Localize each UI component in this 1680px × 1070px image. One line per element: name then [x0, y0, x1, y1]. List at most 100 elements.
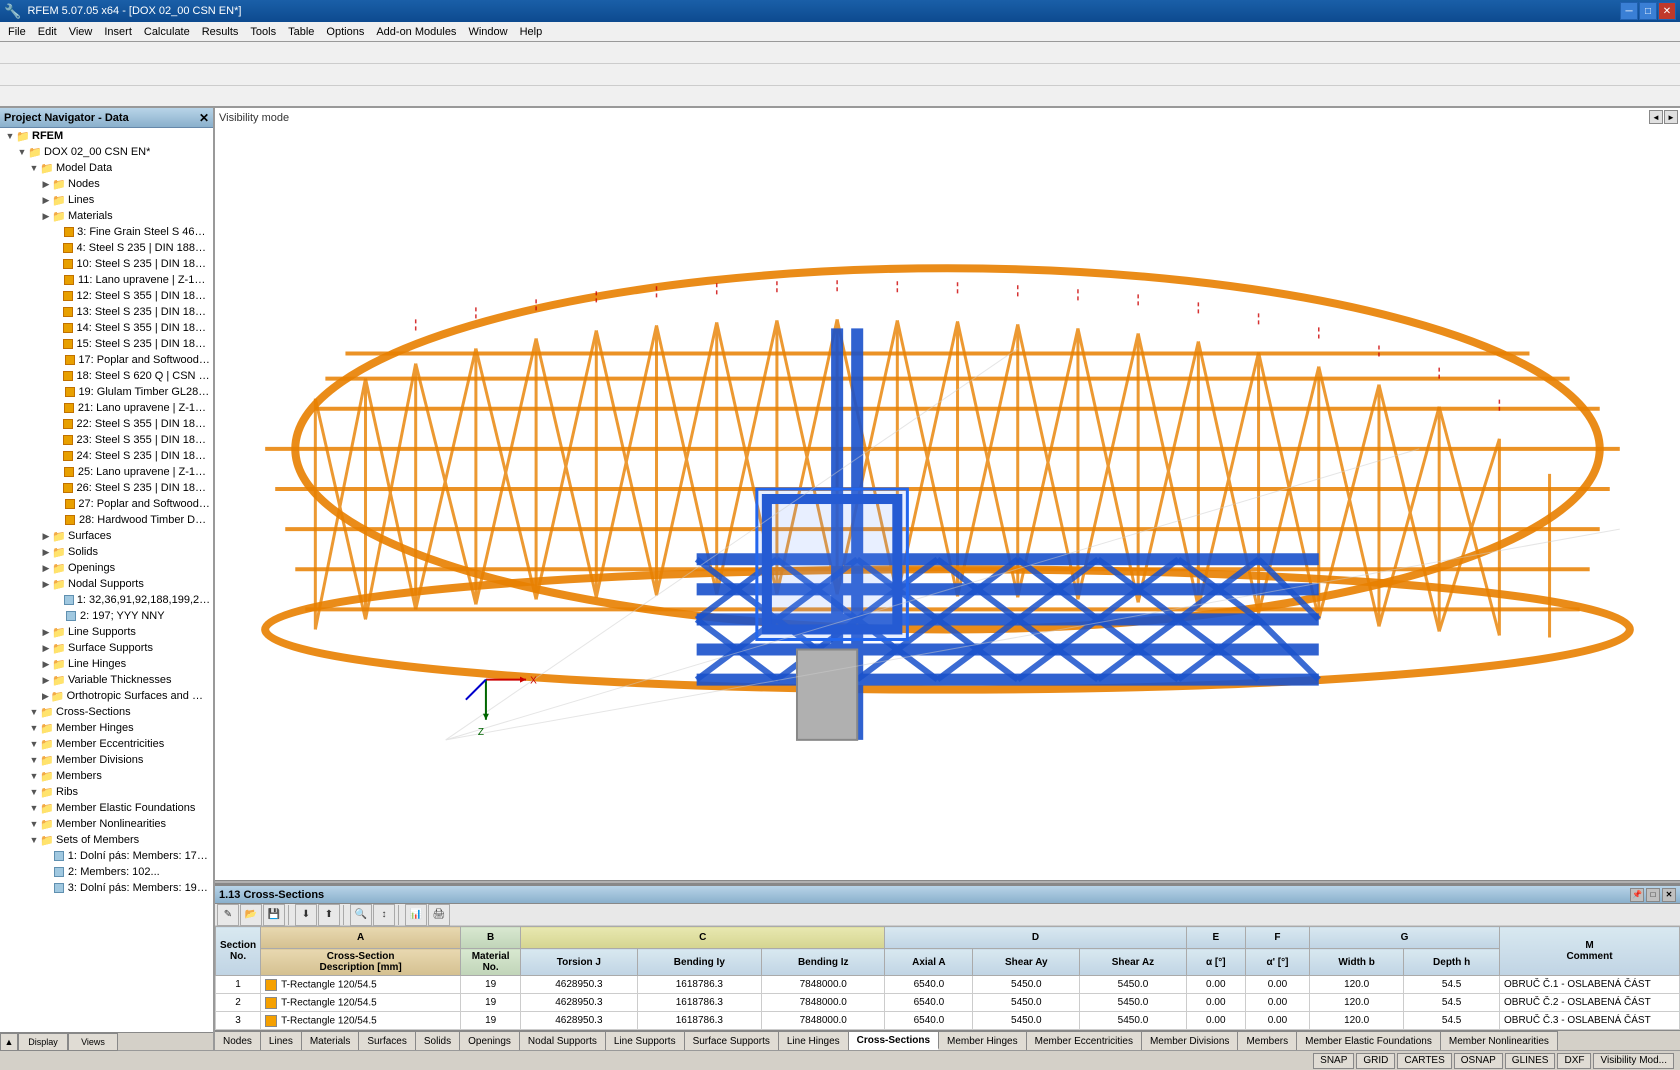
tree-item[interactable]: 2: 197; YYY NNY	[0, 608, 213, 624]
expand-icon[interactable]: ▼	[4, 130, 16, 142]
col-header-F[interactable]: F	[1245, 927, 1309, 949]
tree-container[interactable]: ▼📁RFEM▼📁DOX 02_00 CSN EN*▼📁Model Data▶📁N…	[0, 128, 213, 1032]
tree-item[interactable]: ▶📁Orthotropic Surfaces and Mem...	[0, 688, 213, 704]
cs-graph-btn[interactable]: 📊	[405, 904, 427, 926]
bottom-tab-cross-sections[interactable]: Cross-Sections	[849, 1031, 939, 1050]
cs-filter-btn[interactable]: 🔍	[350, 904, 372, 926]
expand-icon[interactable]: ▼	[28, 706, 40, 718]
tree-item[interactable]: 11: Lano upravene | Z-14.7-...	[0, 272, 213, 288]
menu-item-results[interactable]: Results	[196, 22, 245, 41]
bottom-tab-openings[interactable]: Openings	[460, 1031, 520, 1050]
cs-open-btn[interactable]: 📂	[240, 904, 262, 926]
tree-item[interactable]: 27: Poplar and Softwood Ti...	[0, 496, 213, 512]
menu-item-options[interactable]: Options	[320, 22, 370, 41]
bottom-tab-solids[interactable]: Solids	[416, 1031, 460, 1050]
panel-close-btn[interactable]: ✕	[1662, 888, 1676, 902]
tree-item[interactable]: ▼📁DOX 02_00 CSN EN*	[0, 144, 213, 160]
tree-item[interactable]: 18: Steel S 620 Q | CSN EN 1...	[0, 368, 213, 384]
scroll-right[interactable]: ►	[1664, 110, 1678, 124]
expand-icon[interactable]: ▶	[40, 690, 51, 702]
view-controls[interactable]: ◄ ►	[1649, 110, 1678, 124]
expand-icon[interactable]: ▶	[40, 674, 52, 686]
tree-item[interactable]: ▼📁Ribs	[0, 784, 213, 800]
menu-item-tools[interactable]: Tools	[244, 22, 282, 41]
bottom-tab-member-hinges[interactable]: Member Hinges	[939, 1031, 1027, 1050]
table-row[interactable]: 1T-Rectangle 120/54.5194628950.31618786.…	[216, 976, 1680, 994]
tree-item[interactable]: ▼📁Members	[0, 768, 213, 784]
bottom-tab-line-supports[interactable]: Line Supports	[606, 1031, 685, 1050]
expand-icon[interactable]: ▼	[28, 818, 40, 830]
status-btn-visibility-mod---[interactable]: Visibility Mod...	[1593, 1053, 1674, 1069]
panel-pin[interactable]: 📌	[1630, 888, 1644, 902]
status-btn-snap[interactable]: SNAP	[1313, 1053, 1354, 1069]
status-btn-dxf[interactable]: DXF	[1557, 1053, 1591, 1069]
tree-item[interactable]: 22: Steel S 355 | DIN 18800:1...	[0, 416, 213, 432]
expand-icon[interactable]: ▶	[40, 642, 52, 654]
tree-item[interactable]: 19: Glulam Timber GL28h |...	[0, 384, 213, 400]
expand-icon[interactable]: ▶	[40, 194, 52, 206]
menu-item-window[interactable]: Window	[462, 22, 513, 41]
tree-item[interactable]: ▼📁Member Hinges	[0, 720, 213, 736]
cs-import-btn[interactable]: ⬇	[295, 904, 317, 926]
bottom-tab-nodes[interactable]: Nodes	[215, 1031, 261, 1050]
tree-item[interactable]: ▶📁Surface Supports	[0, 640, 213, 656]
cs-save-btn[interactable]: 💾	[263, 904, 285, 926]
cs-table-wrapper[interactable]: SectionNo. A B C D E F G MComment Cross-…	[215, 926, 1680, 1030]
data-tab[interactable]: ▲	[0, 1033, 18, 1051]
tree-item[interactable]: 17: Poplar and Softwood Ti...	[0, 352, 213, 368]
expand-icon[interactable]: ▼	[28, 786, 40, 798]
panel-close-button[interactable]: ✕	[199, 111, 209, 125]
status-btn-osnap[interactable]: OSNAP	[1454, 1053, 1503, 1069]
tree-item[interactable]: ▶📁Line Supports	[0, 624, 213, 640]
bottom-tab-lines[interactable]: Lines	[261, 1031, 302, 1050]
status-btn-glines[interactable]: GLINES	[1505, 1053, 1556, 1069]
bottom-tab-member-elastic-foundations[interactable]: Member Elastic Foundations	[1297, 1031, 1441, 1050]
col-header-E[interactable]: E	[1186, 927, 1245, 949]
tree-item[interactable]: ▶📁Materials	[0, 208, 213, 224]
status-btn-grid[interactable]: GRID	[1356, 1053, 1395, 1069]
menu-item-insert[interactable]: Insert	[98, 22, 138, 41]
tree-item[interactable]: 12: Steel S 355 | DIN 18800:1...	[0, 288, 213, 304]
tree-item[interactable]: 24: Steel S 235 | DIN 18800:1...	[0, 448, 213, 464]
expand-icon[interactable]: ▼	[28, 738, 40, 750]
tree-item[interactable]: 15: Steel S 235 | DIN 18800:1...	[0, 336, 213, 352]
bottom-tab-member-nonlinearities[interactable]: Member Nonlinearities	[1441, 1031, 1558, 1050]
tree-item[interactable]: ▶📁Nodes	[0, 176, 213, 192]
expand-icon[interactable]: ▼	[28, 802, 40, 814]
menu-item-file[interactable]: File	[2, 22, 32, 41]
tree-item[interactable]: ▼📁Sets of Members	[0, 832, 213, 848]
tree-item[interactable]: ▶📁Surfaces	[0, 528, 213, 544]
expand-icon[interactable]: ▶	[40, 626, 52, 638]
tree-item[interactable]: 14: Steel S 355 | DIN 18800:1...	[0, 320, 213, 336]
tree-item[interactable]: 4: Steel S 235 | DIN 18800:19...	[0, 240, 213, 256]
bottom-tab-surface-supports[interactable]: Surface Supports	[685, 1031, 779, 1050]
expand-icon[interactable]: ▶	[40, 178, 52, 190]
bottom-tab-line-hinges[interactable]: Line Hinges	[779, 1031, 849, 1050]
tree-item[interactable]: 10: Steel S 235 | DIN 18800:1...	[0, 256, 213, 272]
col-header-G[interactable]: G	[1309, 927, 1499, 949]
tree-item[interactable]: 25: Lano upravene | Z-14.7-...	[0, 464, 213, 480]
expand-icon[interactable]: ▶	[40, 210, 52, 222]
tree-item[interactable]: 13: Steel S 235 | DIN 18800:1...	[0, 304, 213, 320]
status-btn-cartes[interactable]: CARTES	[1397, 1053, 1451, 1069]
3d-view[interactable]: Visibility mode	[215, 108, 1680, 880]
expand-icon[interactable]: ▼	[28, 770, 40, 782]
bottom-tab-member-eccentricities[interactable]: Member Eccentricities	[1027, 1031, 1142, 1050]
bottom-tab-materials[interactable]: Materials	[302, 1031, 360, 1050]
tree-item[interactable]: ▶📁Solids	[0, 544, 213, 560]
tree-item[interactable]: ▼📁Member Nonlinearities	[0, 816, 213, 832]
maximize-button[interactable]: □	[1639, 2, 1657, 20]
menu-item-table[interactable]: Table	[282, 22, 320, 41]
panel-float[interactable]: □	[1646, 888, 1660, 902]
tree-item[interactable]: ▶📁Lines	[0, 192, 213, 208]
expand-icon[interactable]: ▼	[28, 754, 40, 766]
expand-icon[interactable]: ▼	[28, 162, 40, 174]
minimize-button[interactable]: ─	[1620, 2, 1638, 20]
col-header-C[interactable]: C	[521, 927, 885, 949]
tree-item[interactable]: ▶📁Nodal Supports	[0, 576, 213, 592]
col-header-D[interactable]: D	[885, 927, 1186, 949]
tree-item[interactable]: 1: 32,36,91,92,188,199,249,2...	[0, 592, 213, 608]
bottom-tab-nodal-supports[interactable]: Nodal Supports	[520, 1031, 606, 1050]
close-button[interactable]: ✕	[1658, 2, 1676, 20]
tree-item[interactable]: ▶📁Line Hinges	[0, 656, 213, 672]
